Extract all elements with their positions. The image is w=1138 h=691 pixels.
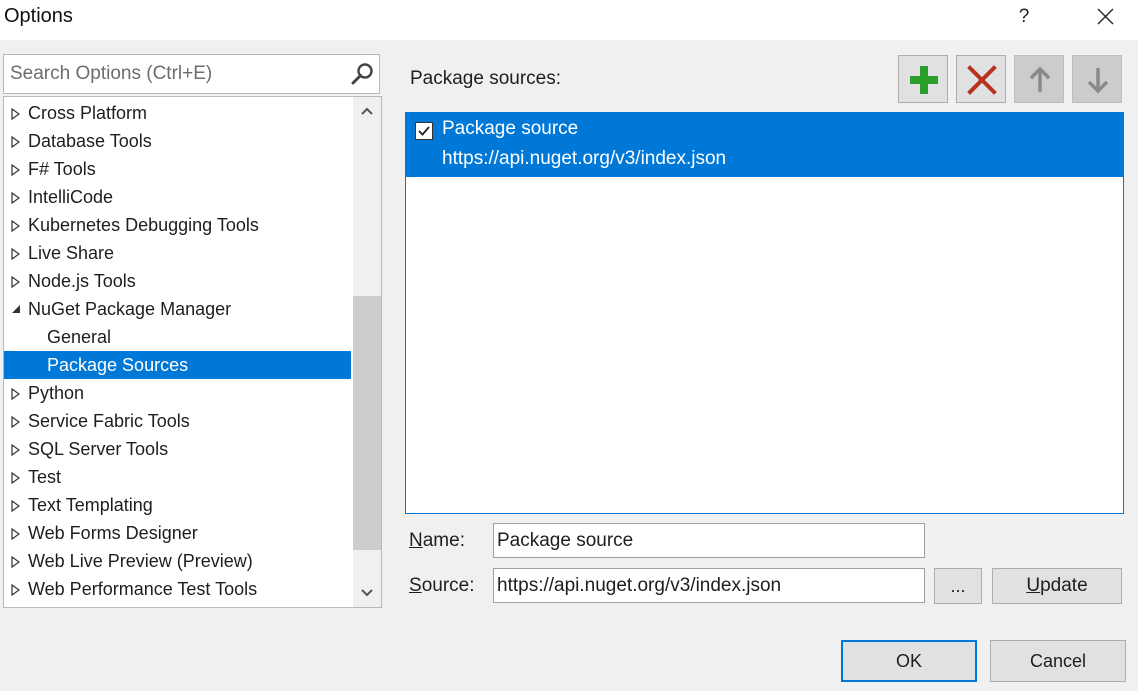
expand-triangle-icon[interactable] [11, 388, 20, 400]
tree-item-label: Web Forms Designer [28, 523, 198, 543]
scroll-up-button[interactable] [353, 97, 381, 125]
name-label-accelerator: N [409, 530, 423, 551]
search-input[interactable] [10, 55, 340, 93]
tree-item-sql-server-tools[interactable]: SQL Server Tools [4, 435, 351, 463]
expand-triangle-icon[interactable] [11, 136, 20, 148]
update-accelerator: U [1026, 575, 1041, 596]
tree-item-label: General [47, 327, 112, 347]
expand-triangle-icon[interactable] [11, 500, 20, 512]
tree-item-fsharp-tools[interactable]: F# Tools [4, 155, 351, 183]
expand-triangle-icon[interactable] [11, 108, 20, 120]
options-tree: Cross Platform Database Tools F# Tools I… [3, 96, 382, 608]
expand-triangle-icon[interactable] [11, 164, 20, 176]
source-input[interactable] [493, 568, 925, 603]
update-label: pdate [1040, 575, 1088, 596]
source-label-accelerator: S [409, 575, 422, 596]
source-label: Source: [409, 575, 475, 597]
expand-triangle-icon[interactable] [11, 248, 20, 260]
tree-item-general[interactable]: General [4, 323, 351, 351]
chevron-up-icon [361, 107, 373, 115]
plus-icon [910, 66, 938, 94]
tree-scrollbar[interactable] [353, 97, 381, 607]
tree-item-database-tools[interactable]: Database Tools [4, 127, 351, 155]
help-button[interactable]: ? [1010, 3, 1038, 31]
update-button[interactable]: Update [992, 568, 1122, 604]
tree-item-web-live-preview[interactable]: Web Live Preview (Preview) [4, 547, 351, 575]
close-button[interactable] [1090, 2, 1120, 32]
tree-item-python[interactable]: Python [4, 379, 351, 407]
tree-item-label: Node.js Tools [28, 271, 136, 291]
tree-item-label: NuGet Package Manager [28, 299, 232, 319]
source-url: https://api.nuget.org/v3/index.json [442, 148, 727, 169]
tree-item-test[interactable]: Test [4, 463, 351, 491]
browse-button[interactable]: ... [934, 568, 982, 604]
search-icon[interactable] [349, 61, 375, 87]
tree-item-nodejs-tools[interactable]: Node.js Tools [4, 267, 351, 295]
tree-item-label: Web Live Preview (Preview) [28, 551, 253, 571]
tree-item-label: Live Share [28, 243, 115, 263]
tree-item-live-share[interactable]: Live Share [4, 239, 351, 267]
collapse-triangle-icon[interactable] [11, 304, 21, 314]
cancel-button[interactable]: Cancel [990, 640, 1126, 682]
window-title: Options [4, 5, 73, 27]
package-source-list: Package source https://api.nuget.org/v3/… [405, 112, 1124, 514]
tree-item-label: Test [28, 467, 62, 487]
x-icon [967, 65, 997, 95]
arrow-down-icon [1087, 68, 1109, 94]
expand-triangle-icon[interactable] [11, 556, 20, 568]
expand-triangle-icon[interactable] [11, 276, 20, 288]
expand-triangle-icon[interactable] [11, 220, 20, 232]
tree-item-cross-platform[interactable]: Cross Platform [4, 99, 351, 127]
search-box [3, 54, 380, 94]
name-input[interactable] [493, 523, 925, 558]
expand-triangle-icon[interactable] [11, 192, 20, 204]
name-label: Name: [409, 530, 465, 552]
move-down-button[interactable] [1072, 55, 1122, 103]
name-label-text: ame: [422, 530, 465, 551]
tree-item-service-fabric-tools[interactable]: Service Fabric Tools [4, 407, 351, 435]
tree-item-text-templating[interactable]: Text Templating [4, 491, 351, 519]
title-bar: Options ? [0, 0, 1138, 40]
tree-item-label: Python [28, 383, 85, 403]
tree-item-label: Database Tools [28, 131, 152, 151]
expand-triangle-icon[interactable] [11, 584, 20, 596]
tree-item-label: Web Performance Test Tools [28, 579, 258, 599]
tree-item-web-performance-test-tools[interactable]: Web Performance Test Tools [4, 575, 351, 603]
tree-item-label: Text Templating [28, 495, 153, 515]
expand-triangle-icon[interactable] [11, 472, 20, 484]
expand-triangle-icon[interactable] [11, 444, 20, 456]
scroll-thumb[interactable] [353, 296, 381, 550]
source-label-text: ource: [421, 575, 475, 596]
remove-source-button[interactable] [956, 55, 1006, 103]
tree-item-nuget-package-manager[interactable]: NuGet Package Manager [4, 295, 351, 323]
checkmark-icon [418, 126, 430, 136]
tree-item-label: Kubernetes Debugging Tools [28, 215, 259, 235]
package-source-row[interactable]: Package source https://api.nuget.org/v3/… [406, 113, 1123, 177]
source-enabled-checkbox[interactable] [415, 122, 433, 140]
close-icon [1097, 8, 1114, 25]
expand-triangle-icon[interactable] [11, 528, 20, 540]
tree-item-label: Cross Platform [28, 103, 148, 123]
source-name: Package source [442, 118, 579, 139]
expand-triangle-icon[interactable] [11, 416, 20, 428]
tree-item-web-forms-designer[interactable]: Web Forms Designer [4, 519, 351, 547]
package-sources-heading: Package sources: [410, 68, 562, 89]
tree-item-label: F# Tools [28, 159, 96, 179]
tree-item-label: SQL Server Tools [28, 439, 169, 459]
tree-item-intellicode[interactable]: IntelliCode [4, 183, 351, 211]
add-source-button[interactable] [898, 55, 948, 103]
move-up-button[interactable] [1014, 55, 1064, 103]
ok-button[interactable]: OK [841, 640, 977, 682]
tree-item-label: Service Fabric Tools [28, 411, 190, 431]
tree-item-label: IntelliCode [28, 187, 114, 207]
tree-item-label: Package Sources [47, 355, 189, 375]
chevron-down-icon [361, 589, 373, 597]
arrow-up-icon [1029, 66, 1051, 92]
tree-item-package-sources[interactable]: Package Sources [4, 351, 351, 379]
scroll-down-button[interactable] [353, 579, 381, 607]
tree-item-kubernetes-debugging-tools[interactable]: Kubernetes Debugging Tools [4, 211, 351, 239]
